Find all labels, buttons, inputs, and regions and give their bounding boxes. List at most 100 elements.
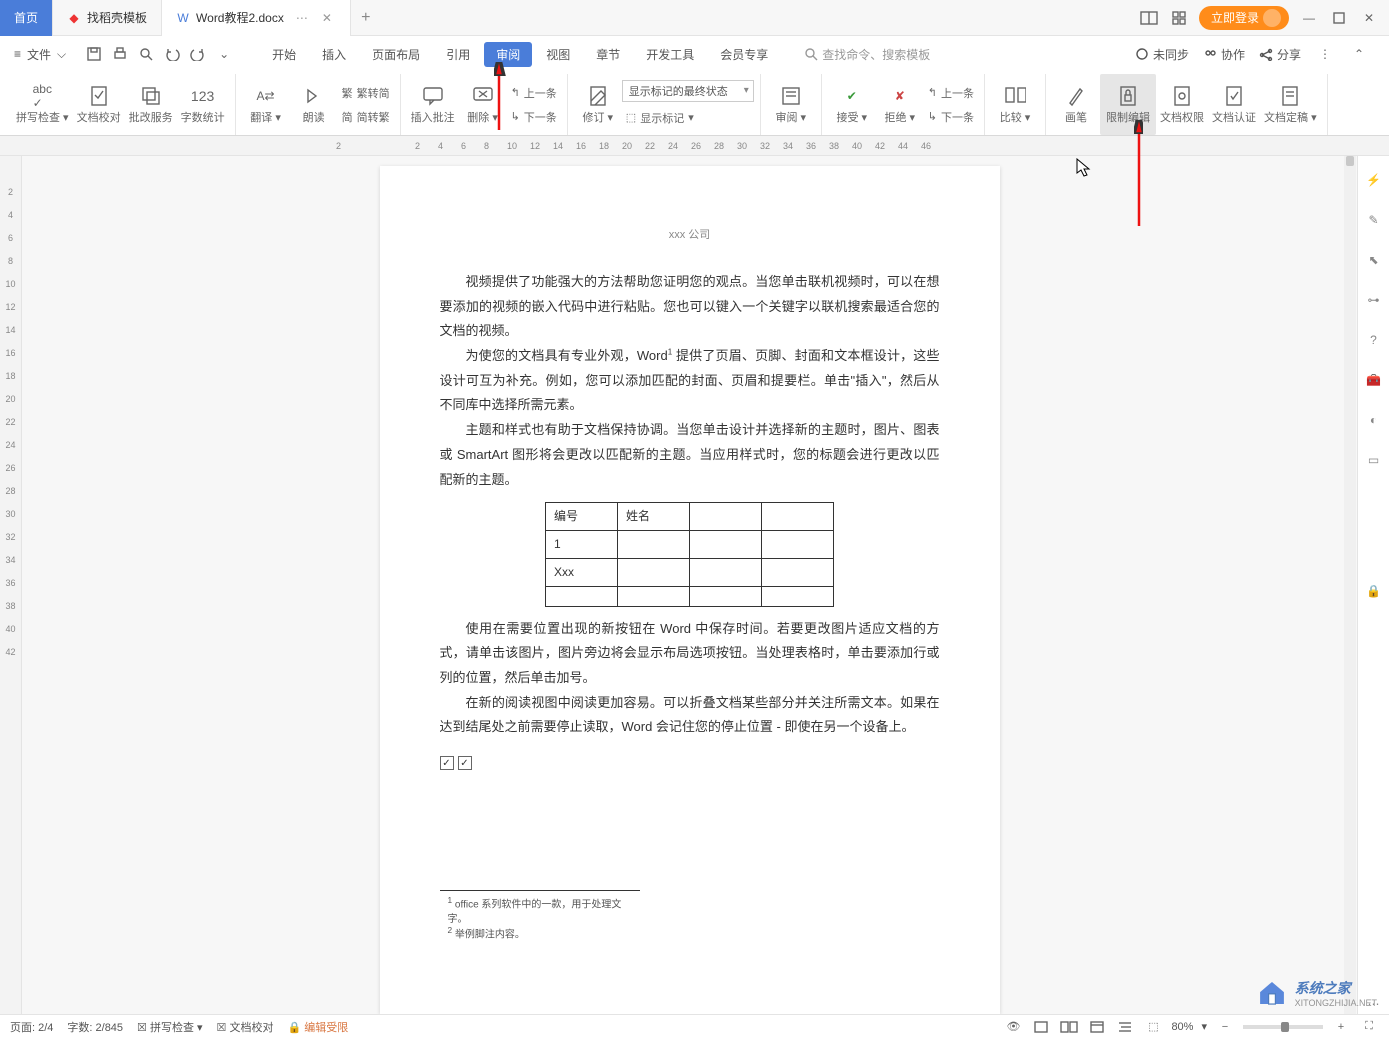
menu-more-icon[interactable]: ⋮ [1315, 44, 1335, 64]
menu-right: 未同步 协作 分享 ⋮ ⌃ [1135, 44, 1383, 64]
tab-home-label: 首页 [14, 9, 38, 26]
qat-more-icon[interactable]: ⌄ [212, 42, 236, 66]
batch-button[interactable]: 批改服务 [125, 74, 177, 135]
fit-icon[interactable]: ⬚ [1143, 1018, 1163, 1036]
view-read-icon[interactable] [1059, 1018, 1079, 1036]
minimize-icon[interactable]: — [1299, 8, 1319, 28]
status-page[interactable]: 页面: 2/4 [10, 1019, 53, 1035]
redo-icon[interactable] [186, 42, 210, 66]
checkbox-icon[interactable]: ✓ [458, 756, 472, 770]
tab-section[interactable]: 章节 [584, 42, 632, 67]
restrict-edit-button[interactable]: 限制编辑 [1100, 74, 1156, 135]
close-icon[interactable]: ✕ [322, 11, 336, 25]
vertical-ruler[interactable]: 24681012141618202224262830323436384042 [0, 156, 22, 1014]
panel-toolbox-icon[interactable]: 🧰 [1364, 370, 1384, 390]
collab-button[interactable]: 协作 [1203, 46, 1245, 63]
tab-start[interactable]: 开始 [260, 42, 308, 67]
page-canvas[interactable]: xxx 公司 视频提供了功能强大的方法帮助您证明您的观点。当您单击联机视频时，可… [22, 156, 1357, 1014]
tab-dot-icon[interactable]: ⋯ [296, 11, 310, 25]
command-search[interactable]: 查找命令、搜索模板 [804, 46, 930, 63]
sim2trad-button[interactable]: 简 简转繁 [338, 105, 394, 129]
panel-book-icon[interactable]: ▭ [1364, 450, 1384, 470]
accept-button[interactable]: ✔接受 ▾ [828, 74, 876, 135]
tab-document[interactable]: W Word教程2.docx ⋯ ✕ [162, 0, 351, 36]
status-words[interactable]: 字数: 2/845 [67, 1019, 123, 1035]
prev-comment-button[interactable]: ↰ 上一条 [507, 81, 561, 105]
compare-button[interactable]: 比较 ▾ [991, 74, 1039, 135]
review-button[interactable]: 审阅 ▾ [767, 74, 815, 135]
checkbox-icon[interactable]: ✓ [440, 756, 454, 770]
status-restrict[interactable]: 🔒 编辑受限 [287, 1019, 348, 1035]
file-menu[interactable]: ≡ 文件 ⌵ [6, 46, 74, 63]
track-button[interactable]: 修订 ▾ [574, 74, 622, 135]
vertical-scrollbar[interactable] [1344, 156, 1356, 1014]
sync-button[interactable]: 未同步 [1135, 46, 1189, 63]
document-page[interactable]: xxx 公司 视频提供了功能强大的方法帮助您证明您的观点。当您单击联机视频时，可… [380, 166, 1000, 1014]
insert-comment-button[interactable]: 插入批注 [407, 74, 459, 135]
undo-icon[interactable] [160, 42, 184, 66]
share-button[interactable]: 分享 [1259, 46, 1301, 63]
brush-button[interactable]: 画笔 [1052, 74, 1100, 135]
paragraph: 视频提供了功能强大的方法帮助您证明您的观点。当您单击联机视频时，可以在想要添加的… [440, 270, 940, 344]
docperm-button[interactable]: 文档权限 [1156, 74, 1208, 135]
tab-reference[interactable]: 引用 [434, 42, 482, 67]
read-button[interactable]: 朗读 [290, 74, 338, 135]
zoom-in-icon[interactable]: + [1331, 1018, 1351, 1036]
panel-pencil-icon[interactable]: ✎ [1364, 210, 1384, 230]
panel-cloud-icon[interactable]: ◐ [1364, 410, 1384, 430]
document-table[interactable]: 编号姓名 1 Xxx [545, 502, 834, 606]
zoom-value[interactable]: 80% [1171, 1021, 1193, 1033]
tab-template[interactable]: ◆ 找稻壳模板 [53, 0, 162, 36]
panel-lightning-icon[interactable]: ⚡ [1364, 170, 1384, 190]
zoom-slider[interactable] [1243, 1025, 1323, 1029]
tab-devtools[interactable]: 开发工具 [634, 42, 706, 67]
panel-more-icon[interactable]: ⋯ [1364, 994, 1384, 1014]
grid-icon[interactable] [1169, 8, 1189, 28]
panel-select-icon[interactable]: ⬉ [1364, 250, 1384, 270]
trad2sim-button[interactable]: 繁 繁转简 [338, 81, 394, 105]
docproof-button[interactable]: 文档校对 [73, 74, 125, 135]
document-body[interactable]: 视频提供了功能强大的方法帮助您证明您的观点。当您单击联机视频时，可以在想要添加的… [440, 270, 940, 770]
view-outline-icon[interactable] [1115, 1018, 1135, 1036]
tab-vip[interactable]: 会员专享 [708, 42, 780, 67]
status-proof[interactable]: ☒ 文档校对 [217, 1019, 274, 1035]
horizontal-ruler[interactable]: 2 24681012141618202224262830323436384042… [0, 136, 1389, 156]
panel-lock-icon[interactable]: 🔒 [1364, 581, 1384, 601]
tab-review[interactable]: 审阅 [484, 42, 532, 67]
tab-insert[interactable]: 插入 [310, 42, 358, 67]
title-right: 立即登录 — ✕ [1139, 6, 1389, 30]
next-change-button[interactable]: ↳ 下一条 [924, 105, 978, 129]
view-print-icon[interactable] [1031, 1018, 1051, 1036]
status-spell[interactable]: ☒ 拼写检查 ▾ [137, 1019, 203, 1035]
spellcheck-button[interactable]: abc✓拼写检查 ▾ [12, 74, 73, 135]
panel-settings-icon[interactable]: ⊶ [1364, 290, 1384, 310]
zoom-out-icon[interactable]: − [1215, 1018, 1235, 1036]
eye-icon[interactable]: 👁 [1003, 1018, 1023, 1036]
maximize-icon[interactable] [1329, 8, 1349, 28]
docfinal-button[interactable]: 文档定稿 ▾ [1260, 74, 1321, 135]
login-button[interactable]: 立即登录 [1199, 6, 1289, 30]
wordcount-button[interactable]: 123字数统计 [177, 74, 229, 135]
delete-comment-button[interactable]: 删除 ▾ [459, 74, 507, 135]
panel-help-icon[interactable]: ? [1364, 330, 1384, 350]
next-comment-button[interactable]: ↳ 下一条 [507, 105, 561, 129]
close-window-icon[interactable]: ✕ [1359, 8, 1379, 28]
fullscreen-icon[interactable]: ⛶ [1359, 1018, 1379, 1036]
reject-button[interactable]: ✘拒绝 ▾ [876, 74, 924, 135]
save-icon[interactable] [82, 42, 106, 66]
show-marks-button[interactable]: ⬚ 显示标记 ▾ [622, 106, 754, 130]
tab-pagelayout[interactable]: 页面布局 [360, 42, 432, 67]
add-tab-button[interactable]: + [351, 9, 381, 27]
print-icon[interactable] [108, 42, 132, 66]
collapse-ribbon-icon[interactable]: ⌃ [1349, 44, 1369, 64]
prev-change-button[interactable]: ↰ 上一条 [924, 81, 978, 105]
markup-combo[interactable]: 显示标记的最终状态 [622, 80, 754, 102]
word-icon: W [176, 11, 190, 25]
tab-view[interactable]: 视图 [534, 42, 582, 67]
tab-home[interactable]: 首页 [0, 0, 53, 36]
view-web-icon[interactable] [1087, 1018, 1107, 1036]
docauth-button[interactable]: 文档认证 [1208, 74, 1260, 135]
preview-icon[interactable] [134, 42, 158, 66]
translate-button[interactable]: A⇄翻译 ▾ [242, 74, 290, 135]
layout1-icon[interactable] [1139, 8, 1159, 28]
